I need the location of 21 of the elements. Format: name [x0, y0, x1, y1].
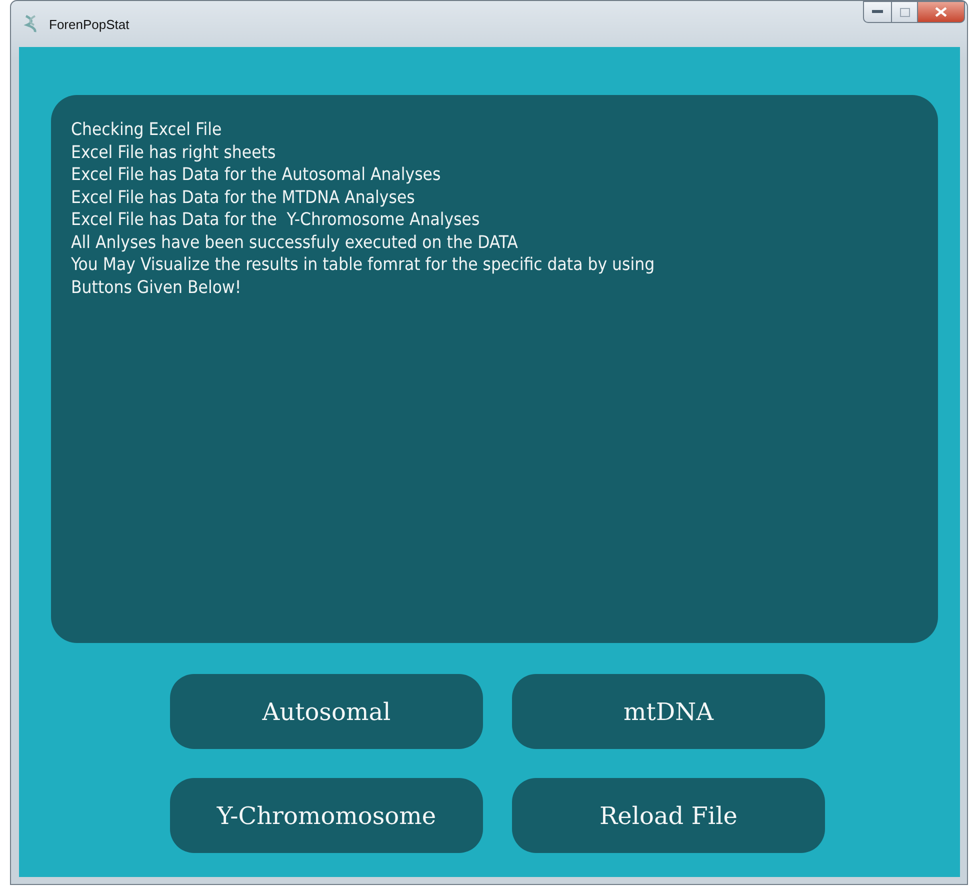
minimize-button[interactable]	[863, 1, 892, 23]
action-button[interactable]: Reload File	[512, 778, 825, 853]
log-line: Checking Excel File	[71, 119, 222, 142]
log-line: All Anlyses have been successfuly executed on the DATA	[71, 232, 518, 254]
close-icon	[935, 7, 947, 17]
app-icon	[23, 15, 39, 33]
log-line: Excel File has Data for the Autosomal Analyses	[71, 164, 441, 186]
action-button[interactable]: Autosomal	[170, 674, 483, 749]
log-line: You May Visualize the results in table fomrat for the specific data by using	[71, 254, 655, 276]
minimize-icon	[872, 10, 883, 14]
action-button[interactable]: mtDNA	[512, 674, 825, 749]
maximize-icon	[900, 8, 910, 16]
close-button[interactable]	[918, 1, 965, 23]
window-title: ForenPopStat	[49, 16, 130, 32]
log-line: Excel File has right sheets	[71, 142, 276, 164]
log-line: Excel File has Data for the Y-Chromosome Analyses	[71, 209, 480, 232]
log-line: Excel File has Data for the MTDNA Analyses	[71, 186, 415, 209]
maximize-button[interactable]	[892, 1, 918, 23]
action-button[interactable]: Y-Chromomosome	[170, 778, 483, 853]
log-text-area[interactable]	[51, 95, 938, 643]
log-line: Buttons Given Below!	[71, 276, 242, 299]
